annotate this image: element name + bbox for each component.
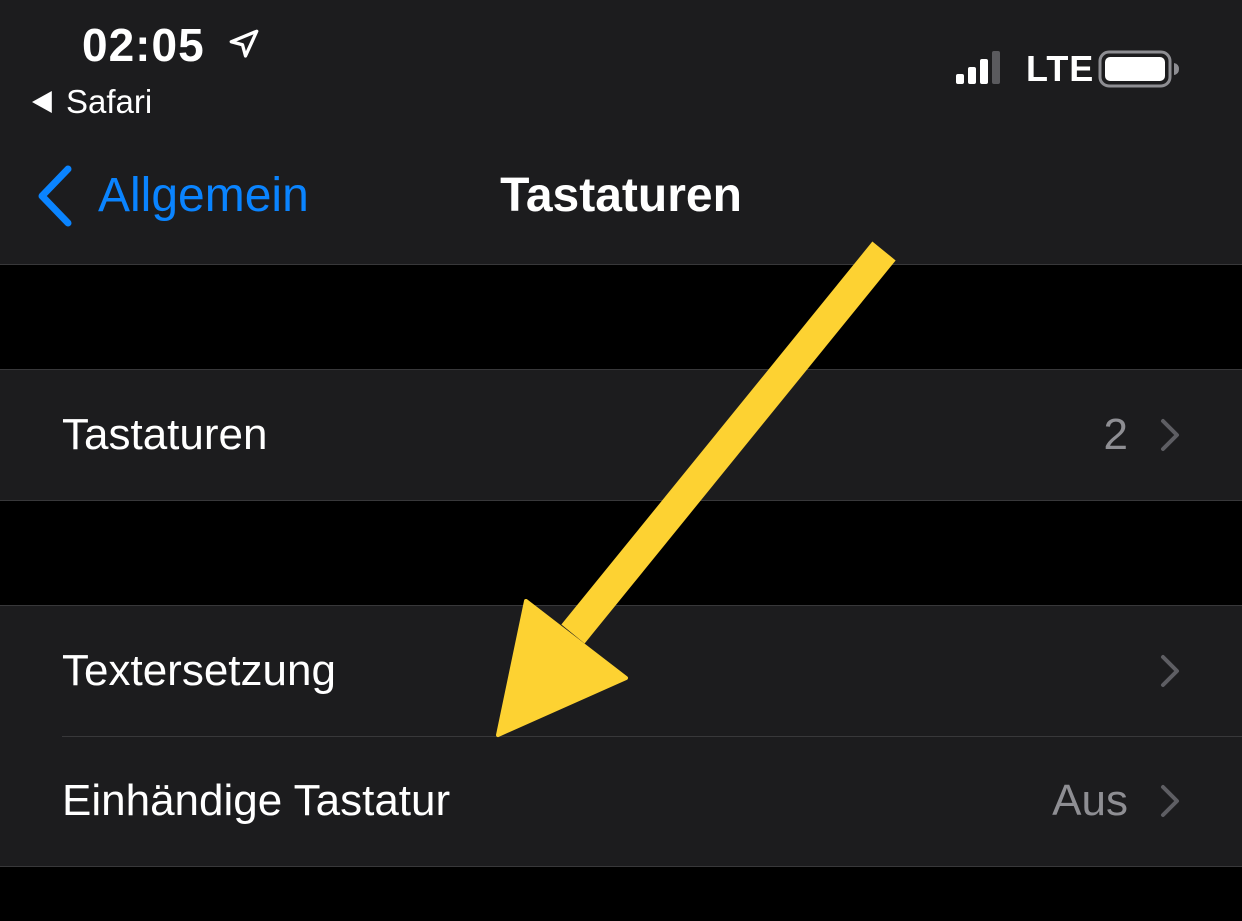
chevron-right-icon bbox=[1161, 785, 1179, 817]
row-label: Tastaturen bbox=[62, 410, 268, 459]
location-arrow-icon bbox=[229, 29, 259, 58]
back-triangle-icon bbox=[32, 91, 52, 113]
settings-group-text: Textersetzung Einhändige Tastatur Aus bbox=[0, 605, 1242, 867]
battery-icon bbox=[1098, 50, 1179, 88]
navigation-bar: Allgemein Tastaturen bbox=[0, 130, 1242, 265]
back-to-app-label: Safari bbox=[66, 83, 153, 120]
row-value-count: 2 bbox=[1103, 410, 1128, 459]
status-bar: 02:05 Safari LTE bbox=[0, 0, 1242, 130]
cellular-signal-icon bbox=[956, 51, 1000, 84]
network-type-label: LTE bbox=[1026, 48, 1095, 89]
settings-group-keyboards: Tastaturen 2 bbox=[0, 369, 1242, 501]
row-label: Einhändige Tastatur bbox=[62, 776, 451, 825]
row-textersetzung[interactable]: Textersetzung bbox=[0, 606, 1242, 736]
back-to-safari-button[interactable]: Safari bbox=[32, 82, 152, 122]
row-einhaendige-tastatur[interactable]: Einhändige Tastatur Aus bbox=[0, 736, 1242, 866]
status-time: 02:05 bbox=[82, 19, 205, 71]
chevron-right-icon bbox=[1161, 655, 1179, 687]
row-tastaturen[interactable]: Tastaturen 2 bbox=[0, 370, 1242, 500]
row-value-status: Aus bbox=[1052, 776, 1128, 825]
row-label: Textersetzung bbox=[62, 646, 336, 695]
page-title: Tastaturen bbox=[500, 169, 742, 222]
chevron-right-icon bbox=[1161, 419, 1179, 451]
